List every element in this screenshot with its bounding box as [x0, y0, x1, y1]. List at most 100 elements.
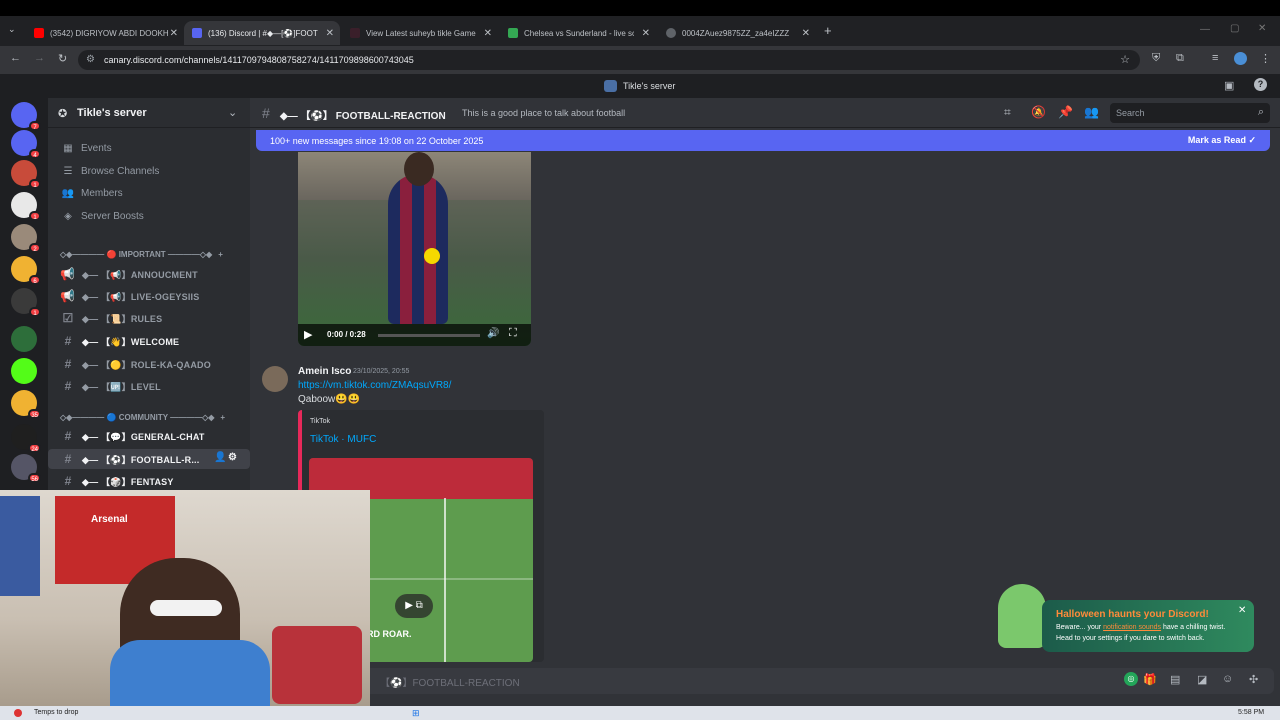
volume-icon[interactable]: 🔊 [487, 328, 499, 339]
server-header[interactable]: ✪ Tikle's server ⌄ [48, 98, 250, 128]
gift-icon[interactable]: 🎁 [1143, 673, 1157, 686]
browser-menu-icon[interactable]: ⋮ [1260, 52, 1271, 65]
guild-server-5[interactable]: 1 [11, 288, 41, 317]
mention-badge: 6 [29, 275, 41, 285]
site-info-icon[interactable]: ⚙ [86, 54, 95, 65]
play-embed-icon[interactable]: ▶ ⧉ [395, 594, 433, 618]
guild-kick-server[interactable] [11, 358, 37, 384]
media-control-icon[interactable]: ≡ [1212, 52, 1218, 64]
close-tab-icon[interactable]: ✕ [326, 28, 334, 39]
channel-rules[interactable]: ☑ ◆— 【📜】RULES [48, 308, 250, 328]
back-icon[interactable]: ← [10, 52, 21, 64]
tab-misc[interactable]: 0004ZAuez9875ZZ_za4eIZZZ ✕ [658, 21, 816, 45]
gif-icon[interactable]: ▤ [1170, 673, 1180, 686]
guild-discord-canary[interactable]: 4 [11, 130, 41, 159]
address-bar[interactable]: ⚙ canary.discord.com/channels/1411709794… [78, 50, 1140, 70]
forward-icon[interactable]: → [34, 52, 45, 64]
globe-icon [666, 28, 676, 38]
search-input[interactable]: Search ⌕ [1110, 103, 1270, 123]
notification-sounds-link[interactable]: notification sounds [1103, 624, 1161, 631]
close-window-icon[interactable]: ✕ [1258, 23, 1266, 34]
channel-annoucment[interactable]: 📢 ◆— 【📢】ANNOUCMENT [48, 264, 250, 284]
white-sunglasses [150, 600, 222, 616]
guild-discord-home[interactable]: 7 [11, 102, 41, 131]
guild-tikle-server[interactable] [11, 326, 37, 352]
profile-avatar[interactable] [1234, 52, 1247, 65]
help-icon[interactable]: ? [1254, 78, 1267, 91]
emoji-icon[interactable]: ☺ [1222, 673, 1233, 685]
gear-icon[interactable]: ⚙ [228, 452, 237, 463]
close-tab-icon[interactable]: ✕ [642, 28, 650, 39]
menu-events[interactable]: ▦ Events [60, 138, 111, 158]
pin-icon[interactable]: 📌 [1058, 105, 1073, 119]
channel-live-ogeysiis[interactable]: 📢 ◆— 【📢】LIVE-OGEYSIIS [48, 286, 250, 306]
channel-general-chat[interactable]: # ◆— 【💬】GENERAL-CHAT [48, 426, 250, 446]
taskbar-status[interactable]: Temps to drop [34, 709, 78, 716]
category-community[interactable]: ◇◆———— 🔵 COMMUNITY ————◇◆ + [60, 413, 225, 422]
avatar[interactable] [262, 366, 288, 392]
add-channel-icon[interactable]: + [218, 250, 223, 259]
guild-server-8[interactable]: 56 [11, 454, 41, 483]
add-channel-icon[interactable]: + [220, 413, 225, 422]
guild-server-2[interactable]: 1 [11, 192, 41, 221]
threads-icon[interactable]: ⌗ [1004, 105, 1011, 120]
tab-livescore[interactable]: Chelsea vs Sunderland - live sc ✕ [500, 21, 656, 45]
channel-welcome[interactable]: # ◆— 【👋】WELCOME [48, 331, 250, 351]
message-timestamp: 23/10/2025, 20:55 [353, 368, 410, 375]
apps-icon[interactable]: ✣ [1249, 673, 1258, 686]
shield-extension-icon[interactable]: ⛨ [1152, 52, 1160, 65]
notifications-muted-icon[interactable]: 🔕 [1031, 105, 1046, 119]
extensions-icon[interactable]: ⧉ [1176, 52, 1184, 65]
channel-fentasy[interactable]: # ◆— 【🎲】FENTASY [48, 471, 250, 491]
close-icon[interactable]: ✕ [1238, 605, 1246, 616]
message-link[interactable]: https://vm.tiktok.com/ZMAqsuVR8/ [298, 380, 451, 391]
category-important[interactable]: ◇◆———— 🔴 IMPORTANT ————◇◆ + [60, 250, 223, 259]
guild-server-7[interactable]: 24 [11, 424, 41, 453]
guild-server-1[interactable]: 1 [11, 160, 41, 189]
fullscreen-icon[interactable]: ⛶ [509, 327, 517, 340]
mention-badge: 4 [29, 149, 41, 159]
close-tab-icon[interactable]: ✕ [484, 28, 492, 39]
minimize-icon[interactable]: — [1200, 24, 1210, 35]
tab-kick[interactable]: View Latest suheyb tikle Game ✕ [342, 21, 498, 45]
mark-as-read-button[interactable]: Mark as Read ✓ [1188, 135, 1256, 146]
reload-icon[interactable]: ↻ [58, 52, 67, 65]
guild-server-3[interactable]: 2 [11, 224, 41, 253]
channel-level[interactable]: # ◆— 【🆙】LEVEL [48, 376, 250, 396]
member-list-icon[interactable]: 👥 [1084, 105, 1099, 119]
new-tab-icon[interactable]: + [824, 23, 832, 38]
tab-title: Chelsea vs Sunderland - live sc [524, 28, 634, 38]
menu-members[interactable]: 👥 Members [60, 183, 123, 203]
streamer-shirt [110, 640, 270, 706]
app-launcher-icon[interactable]: ◎ [1124, 672, 1138, 686]
embed-title[interactable]: TikTok · MUFC [310, 434, 376, 445]
windows-start-icon[interactable]: ⊞ [412, 708, 420, 719]
close-tab-icon[interactable]: ✕ [170, 28, 178, 39]
channel-topic[interactable]: This is a good place to talk about footb… [462, 108, 625, 118]
close-tab-icon[interactable]: ✕ [802, 28, 810, 39]
video-player[interactable]: ▶ 0:00 / 0:28 🔊 ⛶ [298, 152, 531, 346]
play-icon[interactable]: ▶ [304, 328, 312, 341]
video-progress-bar[interactable] [378, 334, 480, 337]
message-input[interactable]: 【⚽】FOOTBALL-REACTION [258, 668, 1274, 694]
message-author[interactable]: Amein Isco [298, 366, 351, 377]
menu-browse-channels[interactable]: ☰ Browse Channels [60, 161, 160, 181]
channel-football-reaction[interactable]: # ◆— 【⚽】FOOTBALL-R... 👤 ⚙ [48, 449, 250, 469]
menu-server-boosts[interactable]: ◈ Server Boosts [60, 206, 144, 226]
new-messages-bar[interactable]: 100+ new messages since 19:08 on 22 Octo… [256, 130, 1270, 151]
guild-server-4[interactable]: 6 [11, 256, 41, 285]
inbox-icon[interactable]: ▣ [1224, 79, 1234, 92]
create-invite-icon[interactable]: 👤 [214, 452, 227, 463]
maximize-icon[interactable]: ▢ [1230, 23, 1239, 34]
channel-role-ka-qaado[interactable]: # ◆— 【🟡】ROLE-KA-QAADO [48, 354, 250, 374]
halloween-toast[interactable]: Halloween haunts your Discord! Beware...… [998, 584, 1254, 652]
guild-server-6[interactable]: 35 [11, 390, 41, 419]
bookmark-star-icon[interactable]: ☆ [1120, 53, 1130, 66]
mention-badge: 56 [28, 473, 41, 483]
tab-youtube[interactable]: (3542) DIGRIYOW ABDI DOOKH ✕ [26, 21, 184, 45]
tab-discord[interactable]: (136) Discord | #◆—[⚽]FOOTBALL-REACTION … [184, 21, 340, 45]
chevron-down-icon: ⌄ [228, 107, 238, 119]
rules-icon: ☑ [62, 311, 74, 325]
tab-search-chevron-icon[interactable]: ⌄ [8, 24, 16, 35]
sticker-icon[interactable]: ◪ [1197, 673, 1207, 686]
